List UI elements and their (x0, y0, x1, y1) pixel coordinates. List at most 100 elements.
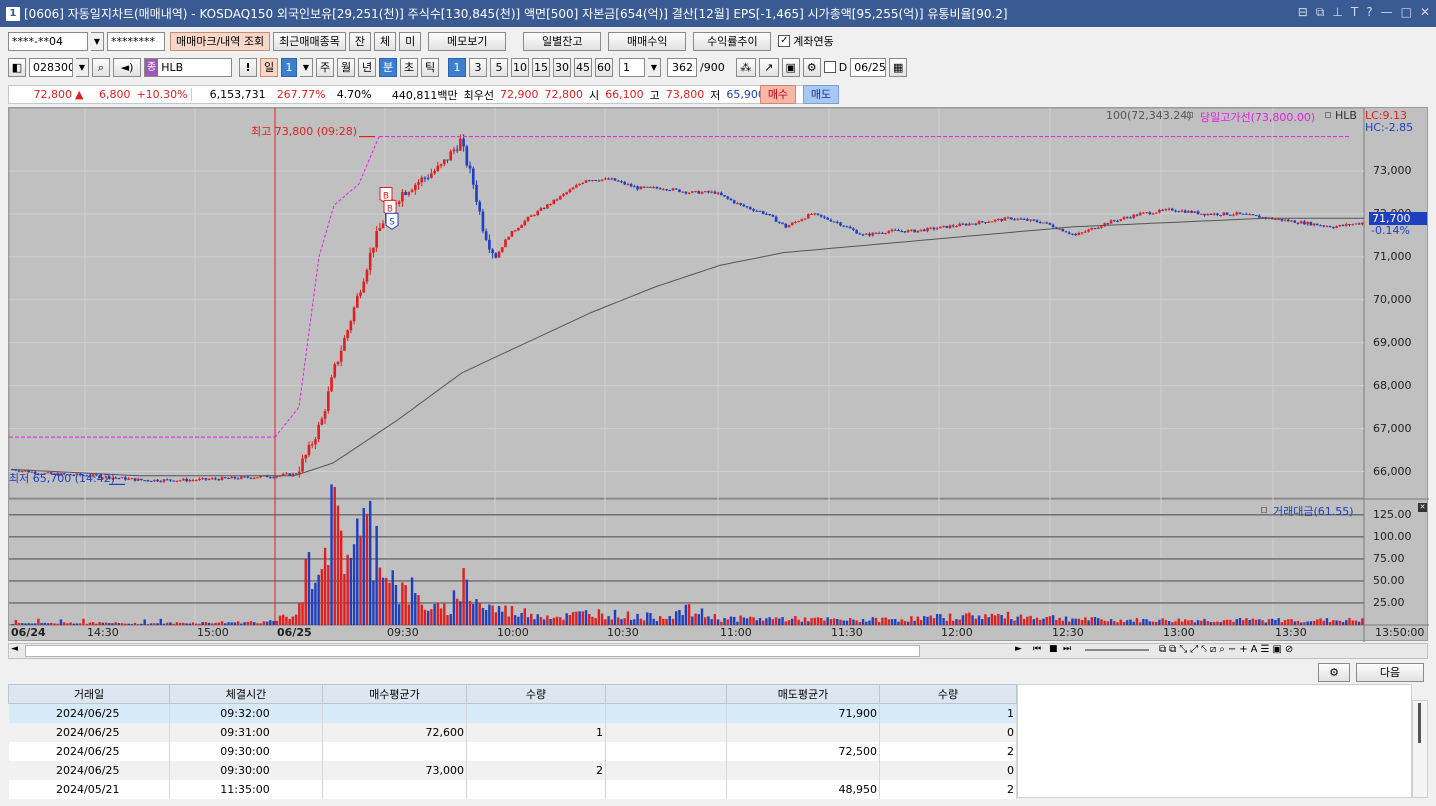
alert-icon[interactable]: ! (239, 57, 257, 77)
col-buy-qty[interactable]: 수량 (466, 684, 606, 704)
interval-60[interactable]: 60 (595, 57, 613, 77)
volume-bar (291, 616, 295, 625)
account-link-checkbox[interactable]: ✓ (778, 35, 791, 47)
password-input[interactable]: ******** (107, 31, 165, 51)
col-buy-avg[interactable]: 매수평균가 (322, 684, 467, 704)
last-icon[interactable]: ⏭ (1063, 644, 1071, 654)
stock-code-input[interactable]: 028300 (29, 57, 73, 77)
interval-3[interactable]: 3 (469, 57, 487, 77)
scroll-thumb[interactable] (25, 645, 920, 657)
count-input[interactable]: 362 (667, 57, 697, 77)
help-icon[interactable]: ? (1366, 5, 1372, 20)
next-button[interactable]: 다음 (1356, 663, 1424, 682)
date-input[interactable]: 06/25 (850, 57, 887, 77)
memo-button[interactable]: 메모보기 (428, 31, 507, 51)
col-sell-qty[interactable]: 수량 (879, 684, 1017, 704)
interval-input[interactable]: 1 (619, 57, 645, 77)
minimize-icon[interactable]: — (1381, 5, 1393, 20)
table-row[interactable]: 2024/06/25 09:32:00 71,900 1 (8, 703, 1017, 723)
daily-balance-button[interactable]: 일별잔고 (523, 31, 602, 51)
period-week[interactable]: 주 (316, 57, 334, 77)
layout-icon[interactable]: ⊟ (1298, 5, 1308, 20)
text-icon[interactable]: T (1351, 5, 1358, 20)
period-minute[interactable]: 분 (379, 57, 397, 77)
table-settings-icon[interactable]: ⚙ (1318, 663, 1350, 682)
interval-1[interactable]: 1 (448, 57, 466, 77)
close-volume-icon[interactable]: ✕ (1418, 503, 1427, 512)
table-row[interactable]: 2024/05/21 11:35:00 48,950 2 (8, 779, 1017, 799)
interval-45[interactable]: 45 (574, 57, 592, 77)
col-exec-time[interactable]: 체결시간 (169, 684, 323, 704)
candle-body (1058, 228, 1061, 230)
candle-body (700, 192, 704, 194)
chart-scrollbar[interactable]: ◄ ► ⏮ ■ ⏭ ⧉⧉⤡⤢⤣⧄⌕−+A☰▣⊘ (8, 643, 1428, 659)
trade-profit-button[interactable]: 매매수익 (608, 31, 687, 51)
save-icon[interactable]: ▣ (781, 57, 800, 77)
scroll-right-icon[interactable]: ► (1015, 644, 1022, 654)
first-icon[interactable]: ⏮ (1033, 644, 1041, 654)
period-year[interactable]: 년 (358, 57, 376, 77)
candle-body (800, 219, 804, 222)
account-input[interactable]: ****-**04 (8, 31, 88, 51)
period-second[interactable]: 초 (400, 57, 418, 77)
trade-mark-query-button[interactable]: 매매마크/내역 조회 (170, 31, 271, 51)
recent-trades-button[interactable]: 최근매매종목 (273, 31, 346, 51)
unexecuted-button[interactable]: 미 (399, 31, 422, 51)
chart-menu-icon[interactable]: ◧ (8, 57, 26, 77)
candle-body (1222, 212, 1226, 216)
return-trend-button[interactable]: 수익률추이 (693, 31, 772, 51)
indicator-icon[interactable]: ⁂ (735, 57, 756, 77)
zoom-slider[interactable] (1085, 649, 1149, 651)
balance-button[interactable]: 잔 (348, 31, 372, 51)
interval-dropdown[interactable]: ▼ (648, 57, 661, 77)
table-row[interactable]: 2024/06/25 09:31:00 72,600 1 0 (8, 722, 1017, 742)
volume-bar (720, 621, 723, 625)
maximize-icon[interactable]: □ (1401, 5, 1412, 20)
chart-tools-icons[interactable]: ⧉⧉⤡⤢⤣⧄⌕−+A☰▣⊘ (1159, 644, 1296, 655)
volume-bar (733, 617, 736, 625)
period-month[interactable]: 월 (337, 57, 355, 77)
col-sell-avg[interactable]: 매도평균가 (726, 684, 880, 704)
stop-icon[interactable]: ■ (1049, 644, 1058, 654)
chart-area[interactable]: BBS 73,00072,00071,00070,00069,00068,000… (8, 107, 1429, 642)
stock-name-field[interactable]: 종 HLB (144, 57, 232, 77)
table-row[interactable]: 2024/06/25 09:30:00 73,000 2 0 (8, 760, 1017, 780)
pin-icon[interactable]: ⊥ (1332, 5, 1342, 20)
sell-button[interactable]: 매도 (803, 85, 839, 104)
volume-bar (852, 619, 855, 625)
candle-body (684, 191, 688, 194)
table-scroll-thumb[interactable] (1418, 703, 1421, 743)
draw-tool-icon[interactable]: ↗ (758, 57, 779, 77)
interval-5[interactable]: 5 (490, 57, 508, 77)
period-day[interactable]: 일 (260, 57, 278, 77)
candle-body (1125, 217, 1129, 219)
col-blank[interactable] (605, 684, 727, 704)
col-trade-date[interactable]: 거래일 (8, 684, 170, 704)
candle-body (961, 223, 965, 225)
account-dropdown-arrow[interactable]: ▼ (91, 31, 104, 51)
search-icon[interactable]: ⌕ (92, 57, 110, 77)
period-dropdown[interactable]: ▼ (300, 57, 313, 77)
period-number[interactable]: 1 (281, 57, 297, 77)
calendar-icon[interactable]: ▦ (889, 57, 908, 77)
settings-icon[interactable]: ⚙ (802, 57, 821, 77)
executed-button[interactable]: 체 (374, 31, 397, 51)
volume-bar (349, 557, 353, 625)
interval-10[interactable]: 10 (511, 57, 529, 77)
price-volume-chart[interactable]: BBS (9, 108, 1429, 642)
interval-30[interactable]: 30 (553, 57, 571, 77)
sound-icon[interactable]: ◄) (113, 57, 141, 77)
stock-code-dropdown[interactable]: ▼ (76, 57, 89, 77)
table-scrollbar[interactable] (1412, 700, 1428, 798)
buy-button[interactable]: 매수 (760, 85, 796, 104)
candle-body (707, 191, 710, 193)
scroll-left-icon[interactable]: ◄ (11, 644, 18, 654)
close-icon[interactable]: ✕ (1420, 5, 1430, 20)
interval-15[interactable]: 15 (532, 57, 550, 77)
copy-window-icon[interactable]: ⧉ (1316, 5, 1325, 20)
turnover-rate: 4.70% (336, 88, 372, 101)
table-row[interactable]: 2024/06/25 09:30:00 72,500 2 (8, 741, 1017, 761)
time-tick: 11:30 (831, 626, 863, 639)
period-tick[interactable]: 틱 (421, 57, 439, 77)
date-checkbox[interactable] (823, 61, 836, 73)
